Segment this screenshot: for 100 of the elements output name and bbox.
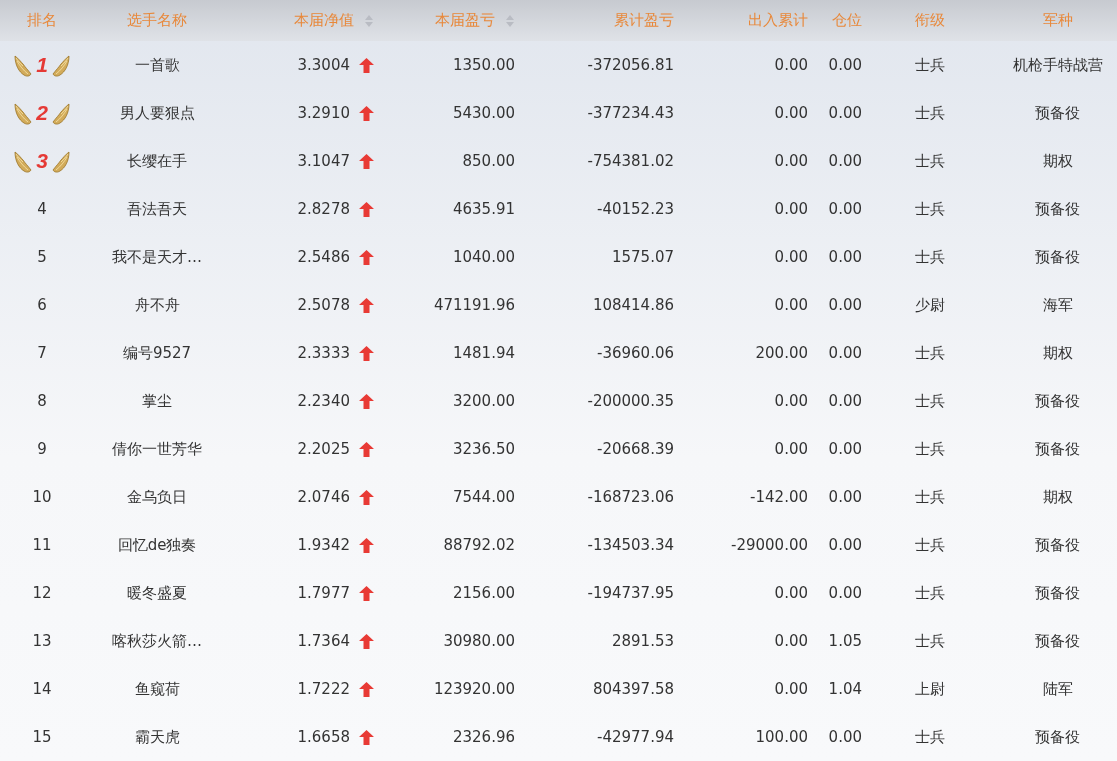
- net-value: 1.7364: [297, 632, 350, 650]
- column-header: 衔级: [915, 11, 945, 30]
- season-profit: 471191.96: [433, 296, 515, 314]
- season-profit: 88792.02: [443, 536, 515, 554]
- branch-name: 预备役: [1035, 583, 1080, 603]
- season-profit: 2156.00: [452, 584, 515, 602]
- net-value: 2.2025: [297, 440, 350, 458]
- wing-icon: [51, 101, 70, 125]
- rank-title: 士兵: [915, 535, 945, 555]
- column-header: 军种: [1042, 11, 1073, 30]
- net-value: 2.5078: [297, 296, 350, 314]
- cumulative-profit: -200000.35: [587, 392, 674, 410]
- branch-name: 预备役: [1035, 391, 1080, 411]
- player-name: 鱼窥荷: [134, 679, 180, 699]
- net-value: 1.7222: [297, 680, 350, 698]
- rank-number: 10: [32, 488, 52, 506]
- player-name: 掌尘: [142, 391, 172, 411]
- branch-name: 预备役: [1035, 199, 1080, 219]
- cumulative-profit: 2891.53: [611, 632, 674, 650]
- rank-title: 士兵: [915, 55, 945, 75]
- season-profit: 5430.00: [452, 104, 515, 122]
- position-ratio: 0.00: [828, 728, 862, 746]
- position-ratio: 0.00: [828, 200, 862, 218]
- position-ratio: 1.05: [828, 632, 862, 650]
- branch-name: 期权: [1042, 487, 1073, 507]
- position-ratio: 0.00: [828, 344, 862, 362]
- season-profit: 7544.00: [452, 488, 515, 506]
- column-header: 排名: [27, 11, 57, 30]
- cumulative-profit: -377234.43: [587, 104, 674, 122]
- branch-name: 预备役: [1035, 727, 1080, 747]
- season-profit: 30980.00: [443, 632, 515, 650]
- in-out-total: 0.00: [774, 680, 808, 698]
- player-name: 金乌负日: [127, 487, 187, 507]
- cumulative-profit: -372056.81: [587, 56, 674, 74]
- player-name: 长缨在手: [127, 151, 187, 171]
- rank-title: 士兵: [915, 151, 945, 171]
- wing-icon: [14, 149, 33, 173]
- in-out-total: 0.00: [774, 152, 808, 170]
- rank-number: 12: [32, 584, 52, 602]
- cumulative-profit: 804397.58: [592, 680, 674, 698]
- season-profit: 4635.91: [452, 200, 515, 218]
- in-out-total: 0.00: [774, 104, 808, 122]
- rank-number: 9: [37, 440, 47, 458]
- rank-number: 4: [37, 200, 47, 218]
- rank-number: 5: [37, 248, 47, 266]
- position-ratio: 0.00: [828, 152, 862, 170]
- position-ratio: 0.00: [828, 248, 862, 266]
- sort-icon[interactable]: [364, 13, 374, 28]
- player-name: 男人要狠点: [119, 103, 195, 123]
- rank-number: 11: [32, 536, 52, 554]
- season-profit: 2326.96: [452, 728, 515, 746]
- branch-name: 期权: [1042, 151, 1073, 171]
- cumulative-profit: -194737.95: [587, 584, 674, 602]
- in-out-total: 100.00: [755, 728, 808, 746]
- position-ratio: 0.00: [828, 392, 862, 410]
- player-name: 回忆de独奏: [117, 535, 197, 555]
- column-header: 出入累计: [748, 11, 808, 30]
- in-out-total: 0.00: [774, 584, 808, 602]
- branch-name: 陆军: [1042, 679, 1073, 699]
- in-out-total: 0.00: [774, 248, 808, 266]
- rank-title: 上尉: [915, 679, 945, 699]
- net-value: 3.1047: [297, 152, 350, 170]
- wing-icon: [14, 101, 33, 125]
- net-value: 2.3333: [297, 344, 350, 362]
- column-header[interactable]: 本届盈亏: [435, 11, 495, 30]
- rank-title: 士兵: [915, 631, 945, 651]
- season-profit: 850.00: [462, 152, 515, 170]
- rank-title: 士兵: [915, 199, 945, 219]
- season-profit: 1350.00: [452, 56, 515, 74]
- column-header: 仓位: [832, 11, 862, 30]
- position-ratio: 0.00: [828, 488, 862, 506]
- rank-number: 3: [36, 149, 48, 173]
- column-header: 累计盈亏: [614, 11, 674, 30]
- cumulative-profit: 1575.07: [611, 248, 674, 266]
- cumulative-profit: -754381.02: [587, 152, 674, 170]
- position-ratio: 0.00: [828, 584, 862, 602]
- in-out-total: 0.00: [774, 56, 808, 74]
- rank-number: 6: [37, 296, 47, 314]
- rank-number: 14: [32, 680, 52, 698]
- sort-icon[interactable]: [505, 13, 515, 28]
- cumulative-profit: -36960.06: [597, 344, 674, 362]
- rank-title: 少尉: [915, 295, 945, 315]
- column-header[interactable]: 本届净值: [294, 11, 354, 30]
- rank-number: 15: [32, 728, 52, 746]
- season-profit: 3200.00: [452, 392, 515, 410]
- rank-title: 士兵: [915, 439, 945, 459]
- wing-icon: [51, 53, 70, 77]
- player-name: 霸天虎: [134, 727, 180, 747]
- position-ratio: 0.00: [828, 536, 862, 554]
- in-out-total: -142.00: [750, 488, 808, 506]
- player-name: 暖冬盛夏: [127, 583, 187, 603]
- net-value: 3.2910: [297, 104, 350, 122]
- in-out-total: 0.00: [774, 632, 808, 650]
- player-name: 一首歌: [134, 55, 180, 75]
- in-out-total: -29000.00: [731, 536, 808, 554]
- rank-title: 士兵: [915, 247, 945, 267]
- cumulative-profit: -40152.23: [597, 200, 674, 218]
- branch-name: 预备役: [1035, 535, 1080, 555]
- rank-title: 士兵: [915, 487, 945, 507]
- season-profit: 3236.50: [452, 440, 515, 458]
